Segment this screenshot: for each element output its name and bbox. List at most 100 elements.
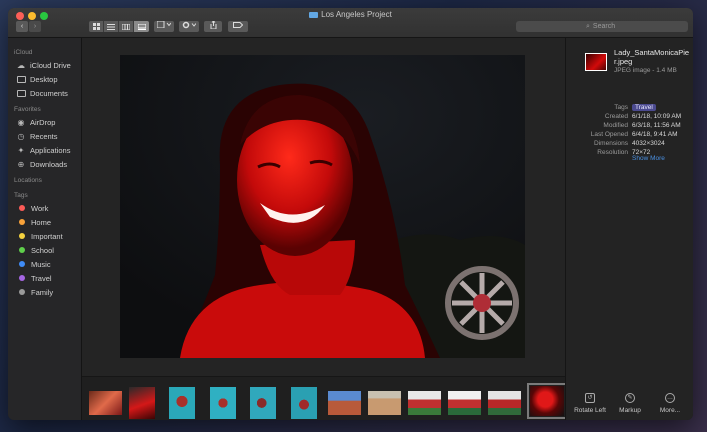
tag-color-dot bbox=[19, 261, 25, 267]
column-view-button[interactable] bbox=[119, 21, 134, 32]
sidebar-item-label: Family bbox=[31, 287, 54, 297]
grid-icon bbox=[92, 23, 100, 30]
meta-row-created: Created 6/1/18, 10:09 AM bbox=[566, 113, 693, 122]
sidebar-item-tag-home[interactable]: Home bbox=[16, 216, 80, 228]
clock-icon: ◷ bbox=[17, 131, 25, 141]
sidebar-item-icloud-drive[interactable]: ☁ iCloud Drive bbox=[16, 59, 80, 71]
tag-color-dot bbox=[19, 247, 25, 253]
sidebar-item-downloads[interactable]: ⊕ Downloads bbox=[16, 158, 80, 170]
image-preview[interactable] bbox=[120, 55, 525, 358]
sidebar-item-recents[interactable]: ◷ Recents bbox=[16, 130, 80, 142]
action-menu-button[interactable] bbox=[179, 21, 199, 32]
meta-value: 6/4/18, 9:41 AM bbox=[632, 131, 678, 138]
search-field[interactable]: ⌕ Search bbox=[516, 21, 688, 32]
thumbnail[interactable] bbox=[488, 391, 521, 415]
sidebar-item-label: AirDrop bbox=[30, 117, 56, 127]
thumbnail[interactable] bbox=[210, 387, 236, 419]
back-button[interactable]: ‹ bbox=[16, 21, 28, 32]
sidebar-item-label: Applications bbox=[30, 145, 71, 155]
markup-button[interactable]: ✎ Markup bbox=[610, 393, 650, 414]
finder-window: Los Angeles Project ‹ › ⌕ Search iCloud … bbox=[8, 8, 693, 420]
markup-icon: ✎ bbox=[625, 393, 635, 403]
sidebar-item-tag-travel[interactable]: Travel bbox=[16, 272, 80, 284]
sidebar-item-label: Recents bbox=[30, 131, 58, 141]
list-icon bbox=[107, 23, 115, 30]
sidebar-item-label: Home bbox=[31, 217, 52, 227]
share-icon bbox=[210, 20, 216, 30]
gallery-icon bbox=[137, 23, 146, 30]
sidebar-header-icloud: iCloud bbox=[14, 49, 33, 56]
meta-value: 4032×3024 bbox=[632, 140, 665, 147]
cloud-icon: ☁ bbox=[17, 60, 25, 70]
group-icon bbox=[156, 20, 172, 29]
thumbnail-selected[interactable] bbox=[527, 383, 567, 419]
sidebar-item-label: iCloud Drive bbox=[30, 60, 71, 70]
share-button[interactable] bbox=[204, 20, 222, 32]
sidebar: iCloud ☁ iCloud Drive Desktop Documents F… bbox=[8, 38, 82, 420]
meta-row-resolution: Resolution 72×72 bbox=[566, 149, 693, 158]
thumbnail[interactable] bbox=[328, 391, 361, 415]
sidebar-item-desktop[interactable]: Desktop bbox=[16, 73, 80, 85]
edit-tags-button[interactable] bbox=[228, 21, 248, 32]
sidebar-item-tag-work[interactable]: Work bbox=[16, 202, 80, 214]
search-icon: ⌕ bbox=[586, 23, 590, 30]
file-thumbnail bbox=[585, 53, 607, 71]
tag-icon bbox=[233, 22, 244, 28]
meta-label: Modified bbox=[603, 122, 628, 129]
thumbnail[interactable] bbox=[250, 387, 276, 419]
thumbnail[interactable] bbox=[89, 391, 122, 415]
rotate-left-icon: ↺ bbox=[585, 393, 595, 403]
sidebar-item-tag-school[interactable]: School bbox=[16, 244, 80, 256]
sidebar-item-label: School bbox=[31, 245, 54, 255]
thumbnail[interactable] bbox=[368, 391, 401, 415]
thumbnail[interactable] bbox=[169, 387, 195, 419]
portrait-photo bbox=[120, 55, 525, 358]
sidebar-item-label: Music bbox=[31, 259, 51, 269]
meta-label: Created bbox=[604, 113, 628, 120]
tag-color-dot bbox=[19, 219, 25, 225]
sidebar-item-label: Downloads bbox=[30, 159, 68, 169]
icon-view-button[interactable] bbox=[89, 21, 104, 32]
meta-row-dimensions: Dimensions 4032×3024 bbox=[566, 140, 693, 149]
action-label: Markup bbox=[619, 407, 641, 414]
thumbnail[interactable] bbox=[448, 391, 481, 415]
sidebar-item-tag-music[interactable]: Music bbox=[16, 258, 80, 270]
thumbnail[interactable] bbox=[408, 391, 441, 415]
sidebar-item-applications[interactable]: ✦ Applications bbox=[16, 144, 80, 156]
filmstrip bbox=[82, 376, 567, 420]
document-icon bbox=[16, 89, 26, 97]
action-label: More... bbox=[659, 407, 681, 414]
sidebar-item-label: Desktop bbox=[30, 74, 58, 84]
sidebar-item-label: Travel bbox=[31, 273, 52, 283]
tag-color-dot bbox=[19, 289, 25, 295]
thumbnail[interactable] bbox=[129, 387, 155, 419]
meta-value: 6/3/18, 11:56 AM bbox=[632, 122, 681, 129]
file-name: Lady_SantaMonicaPier.jpeg bbox=[614, 48, 690, 66]
meta-label: Tags bbox=[614, 104, 628, 111]
forward-button[interactable]: › bbox=[29, 21, 41, 32]
tag-pill[interactable]: Travel bbox=[632, 104, 656, 111]
rotate-left-button[interactable]: ↺ Rotate Left bbox=[570, 393, 610, 414]
sidebar-header-favorites: Favorites bbox=[14, 106, 41, 113]
desktop-icon bbox=[16, 75, 26, 83]
sidebar-item-airdrop[interactable]: ◉ AirDrop bbox=[16, 116, 80, 128]
sidebar-item-tag-important[interactable]: Important bbox=[16, 230, 80, 242]
sidebar-item-tag-family[interactable]: Family bbox=[16, 286, 80, 298]
window-title: Los Angeles Project bbox=[8, 10, 693, 19]
sidebar-item-label: Important bbox=[31, 231, 63, 241]
meta-row-modified: Modified 6/3/18, 11:56 AM bbox=[566, 122, 693, 131]
meta-value[interactable]: Travel bbox=[632, 104, 656, 111]
meta-row-last-opened: Last Opened 6/4/18, 9:41 AM bbox=[566, 131, 693, 140]
folder-icon bbox=[309, 12, 319, 18]
sidebar-item-documents[interactable]: Documents bbox=[16, 87, 80, 99]
list-view-button[interactable] bbox=[104, 21, 119, 32]
tag-color-dot bbox=[19, 233, 25, 239]
more-button[interactable]: … More... bbox=[650, 393, 690, 414]
gallery-view-button[interactable] bbox=[134, 21, 149, 32]
show-more-link[interactable]: Show More bbox=[632, 155, 665, 162]
thumbnail[interactable] bbox=[291, 387, 317, 419]
sidebar-item-label: Documents bbox=[30, 88, 68, 98]
action-label: Rotate Left bbox=[574, 407, 606, 414]
meta-row-tags: Tags Travel bbox=[566, 104, 693, 113]
group-by-button[interactable] bbox=[154, 20, 174, 32]
